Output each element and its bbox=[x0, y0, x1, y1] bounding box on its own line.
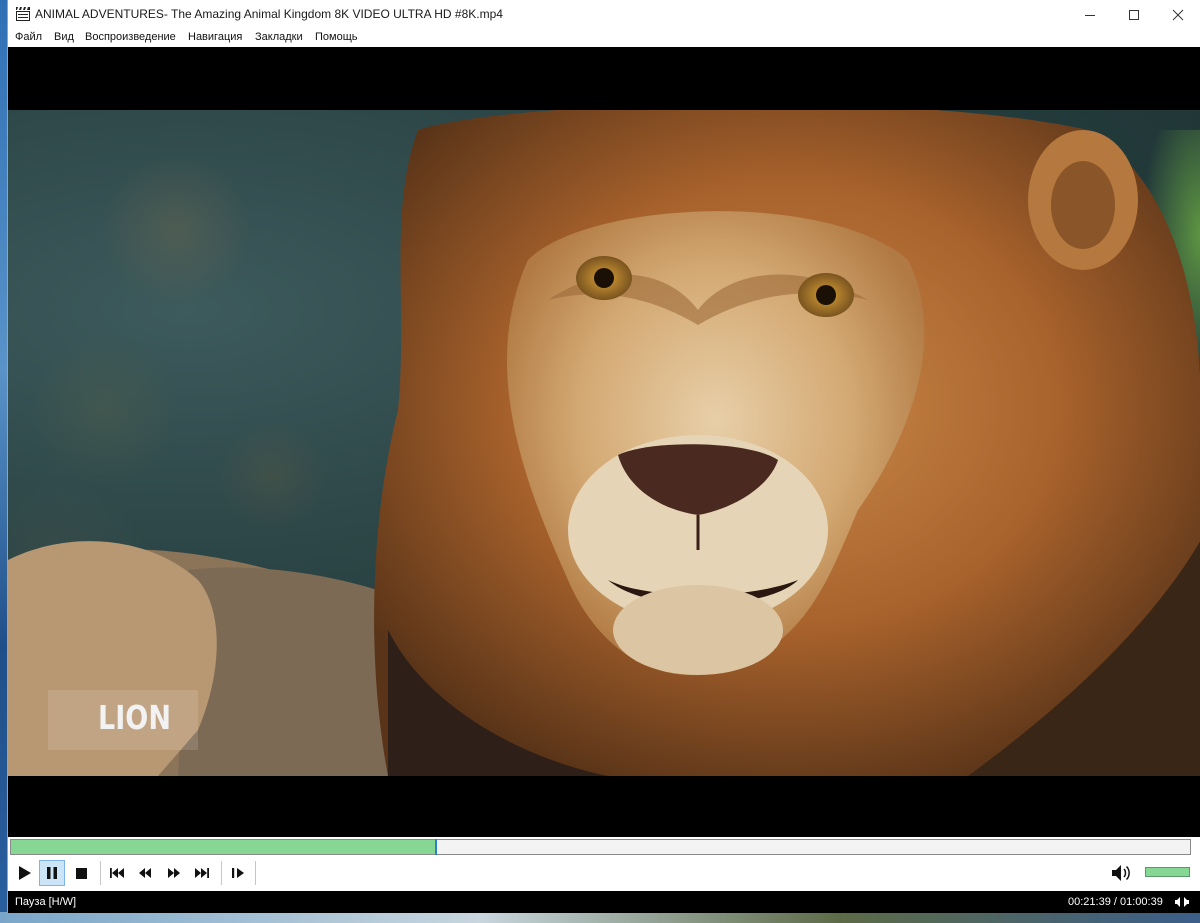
toolbar-separator bbox=[100, 861, 101, 885]
close-icon bbox=[1172, 9, 1184, 20]
volume-slider[interactable] bbox=[1145, 867, 1190, 877]
control-bar bbox=[8, 856, 1200, 890]
rewind-icon bbox=[139, 868, 151, 878]
seek-thumb[interactable] bbox=[435, 839, 438, 855]
pause-button[interactable] bbox=[39, 860, 65, 886]
play-icon bbox=[19, 866, 31, 880]
volume-level-fill bbox=[1146, 868, 1189, 876]
status-bar: Пауза [H/W] 00:21:39 / 01:00:39 bbox=[8, 891, 1200, 913]
video-display[interactable]: LION bbox=[8, 47, 1200, 837]
seek-bar[interactable] bbox=[10, 839, 1191, 855]
menu-playback[interactable]: Воспроизведение bbox=[85, 31, 176, 43]
fast-forward-icon bbox=[168, 868, 180, 878]
desktop-taskbar-strip bbox=[0, 912, 1200, 923]
toolbar-separator bbox=[255, 861, 256, 885]
pause-icon bbox=[47, 867, 57, 879]
skip-next-icon bbox=[195, 868, 209, 878]
next-button[interactable] bbox=[189, 860, 215, 886]
toolbar-separator bbox=[221, 861, 222, 885]
lion-image bbox=[8, 110, 1200, 776]
fast-forward-button[interactable] bbox=[161, 860, 187, 886]
menu-navigation[interactable]: Навигация bbox=[188, 31, 242, 43]
play-button[interactable] bbox=[11, 860, 37, 886]
stop-icon bbox=[75, 867, 87, 879]
skip-previous-icon bbox=[110, 868, 124, 878]
menu-file[interactable]: Файл bbox=[15, 31, 42, 43]
title-bar[interactable]: ANIMAL ADVENTURES- The Amazing Animal Ki… bbox=[8, 0, 1200, 29]
previous-button[interactable] bbox=[104, 860, 130, 886]
frame-step-icon bbox=[232, 868, 244, 878]
media-player-window: ANIMAL ADVENTURES- The Amazing Animal Ki… bbox=[7, 0, 1200, 913]
playback-status: Пауза [H/W] bbox=[15, 896, 77, 908]
maximize-icon bbox=[1129, 9, 1139, 20]
time-display[interactable]: 00:21:39 / 01:00:39 bbox=[1068, 896, 1163, 908]
menu-bookmarks[interactable]: Закладки bbox=[255, 31, 303, 43]
maximize-button[interactable] bbox=[1112, 0, 1156, 29]
audio-channels-icon bbox=[1175, 897, 1189, 907]
minimize-button[interactable] bbox=[1068, 0, 1112, 29]
menu-bar: Файл Вид Воспроизведение Навигация Закла… bbox=[8, 29, 1200, 47]
seek-progress-fill bbox=[11, 840, 436, 854]
rewind-button[interactable] bbox=[132, 860, 158, 886]
close-button[interactable] bbox=[1156, 0, 1200, 29]
frame-step-button[interactable] bbox=[225, 860, 251, 886]
video-caption: LION bbox=[98, 698, 171, 737]
menu-help[interactable]: Помощь bbox=[315, 31, 358, 43]
menu-view[interactable]: Вид bbox=[54, 31, 74, 43]
clapperboard-icon bbox=[16, 7, 30, 21]
minimize-icon bbox=[1085, 14, 1095, 16]
speaker-icon[interactable] bbox=[1110, 863, 1132, 883]
video-frame: LION bbox=[8, 110, 1200, 776]
stop-button[interactable] bbox=[68, 860, 94, 886]
window-title: ANIMAL ADVENTURES- The Amazing Animal Ki… bbox=[35, 7, 503, 21]
